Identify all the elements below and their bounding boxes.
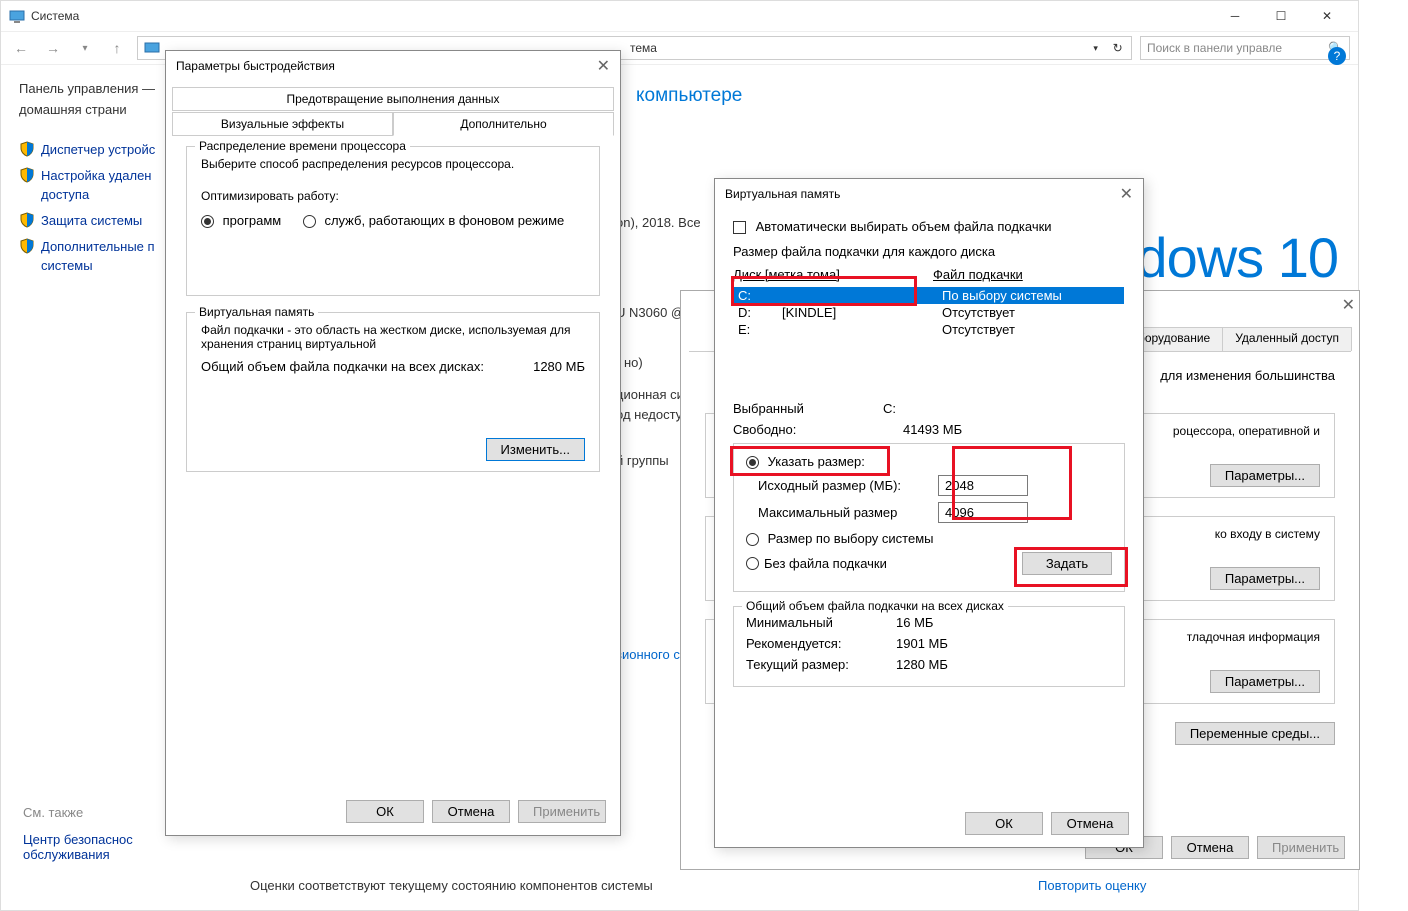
sysprops-apply-button[interactable]: Применить	[1257, 836, 1345, 859]
see-also-heading: См. также	[23, 805, 83, 820]
auto-manage-checkbox[interactable]	[733, 221, 746, 234]
tab-remote[interactable]: Удаленный доступ	[1222, 327, 1352, 351]
change-vm-button[interactable]: Изменить...	[486, 438, 585, 461]
perf-ok-button[interactable]: ОК	[346, 800, 424, 823]
maximize-button[interactable]: ☐	[1258, 1, 1304, 31]
set-button[interactable]: Задать	[1022, 552, 1112, 575]
total-fieldset: Общий объем файла подкачки на всех диска…	[733, 606, 1125, 687]
tab-advanced[interactable]: Дополнительно	[393, 112, 614, 136]
shield-icon	[19, 238, 35, 254]
radio-custom-size[interactable]	[746, 456, 759, 469]
grp-text: й группы	[616, 453, 669, 468]
sysprops-cancel-button[interactable]: Отмена	[1171, 836, 1249, 859]
copyright-text: on), 2018. Все	[616, 215, 701, 230]
no-text: но)	[624, 355, 643, 370]
env-vars-button[interactable]: Переменные среды...	[1175, 722, 1335, 745]
cpu-legend: Распределение времени процессора	[195, 139, 410, 153]
security-center-link[interactable]: Центр безопаснос обслуживания	[23, 832, 133, 862]
search-input[interactable]: Поиск в панели управле 🔍	[1140, 36, 1350, 60]
up-button[interactable]: ↑	[105, 36, 129, 60]
disk-row[interactable]: D:[KINDLE]Отсутствует	[734, 304, 1124, 321]
cpu-scheduling-fieldset: Распределение времени процессора Выберит…	[186, 146, 600, 296]
tab-dep[interactable]: Предотвращение выполнения данных	[172, 87, 614, 111]
na-text: од недоступ	[616, 407, 689, 422]
system-icon	[9, 8, 25, 24]
perf-cancel-button[interactable]: Отмена	[432, 800, 510, 823]
shield-icon	[19, 212, 35, 228]
vmem-cancel-button[interactable]: Отмена	[1051, 812, 1129, 835]
perf-titlebar: Параметры быстродействия ✕	[166, 51, 620, 81]
close-icon[interactable]: ✕	[597, 56, 610, 76]
radio-system-managed[interactable]	[746, 533, 759, 546]
forward-button[interactable]: →	[41, 36, 65, 60]
initial-size-input[interactable]	[938, 475, 1028, 496]
titlebar: Система ─ ☐ ✕	[1, 1, 1358, 31]
params-startup-button[interactable]: Параметры...	[1210, 670, 1320, 693]
disk-row[interactable]: E:Отсутствует	[734, 321, 1124, 338]
license-link[interactable]: зионного со	[616, 647, 687, 662]
close-button[interactable]: ✕	[1304, 1, 1350, 31]
windows10-logo: dows 10	[1136, 225, 1338, 290]
perf-apply-button[interactable]: Применить	[518, 800, 606, 823]
vmem-titlebar: Виртуальная память ✕	[715, 179, 1143, 209]
back-button[interactable]: ←	[9, 36, 33, 60]
close-icon[interactable]: ✕	[1120, 184, 1133, 204]
shield-icon	[19, 141, 35, 157]
address-dropdown-icon[interactable]: ▾	[1093, 43, 1098, 54]
search-placeholder: Поиск в панели управле	[1147, 41, 1282, 55]
disk-row[interactable]: C:По выбору системы	[734, 287, 1124, 304]
vmem-ok-button[interactable]: ОК	[965, 812, 1043, 835]
size-fieldset: Указать размер: Исходный размер (МБ): Ма…	[733, 443, 1125, 592]
refresh-icon[interactable]: ↻	[1113, 41, 1123, 55]
disk-list[interactable]: C:По выбору системыD:[KINDLE]Отсутствует…	[733, 286, 1125, 391]
shield-icon	[19, 167, 35, 183]
refresh-rating-link[interactable]: Повторить оценку	[1038, 878, 1146, 893]
radio-services[interactable]	[303, 215, 316, 228]
maximum-size-input[interactable]	[938, 502, 1028, 523]
params-perf-button[interactable]: Параметры...	[1210, 464, 1320, 487]
performance-options-dialog: Параметры быстродействия ✕ Предотвращени…	[165, 50, 621, 836]
system-icon	[144, 40, 160, 56]
disk-list-header: Диск [метка тома] Файл подкачки	[733, 267, 1125, 282]
params-profiles-button[interactable]: Параметры...	[1210, 567, 1320, 590]
help-icon[interactable]: ?	[1328, 47, 1346, 65]
close-icon[interactable]: ✕	[1342, 295, 1355, 315]
virtual-memory-fieldset: Виртуальная память Файл подкачки - это о…	[186, 312, 600, 472]
address-text: тема	[630, 41, 657, 55]
rating-text: Оценки соответствуют текущему состоянию …	[250, 878, 653, 893]
tab-visual-effects[interactable]: Визуальные эффекты	[172, 112, 393, 136]
minimize-button[interactable]: ─	[1212, 1, 1258, 31]
radio-no-pagefile[interactable]	[746, 557, 759, 570]
page-title: компьютере	[636, 85, 1328, 107]
vm-legend: Виртуальная память	[195, 305, 318, 319]
virtual-memory-dialog: Виртуальная память ✕ Автоматически выбир…	[714, 178, 1144, 848]
radio-programs[interactable]	[201, 215, 214, 228]
recent-button[interactable]: ▾	[73, 36, 97, 60]
window-title: Система	[31, 9, 1212, 23]
